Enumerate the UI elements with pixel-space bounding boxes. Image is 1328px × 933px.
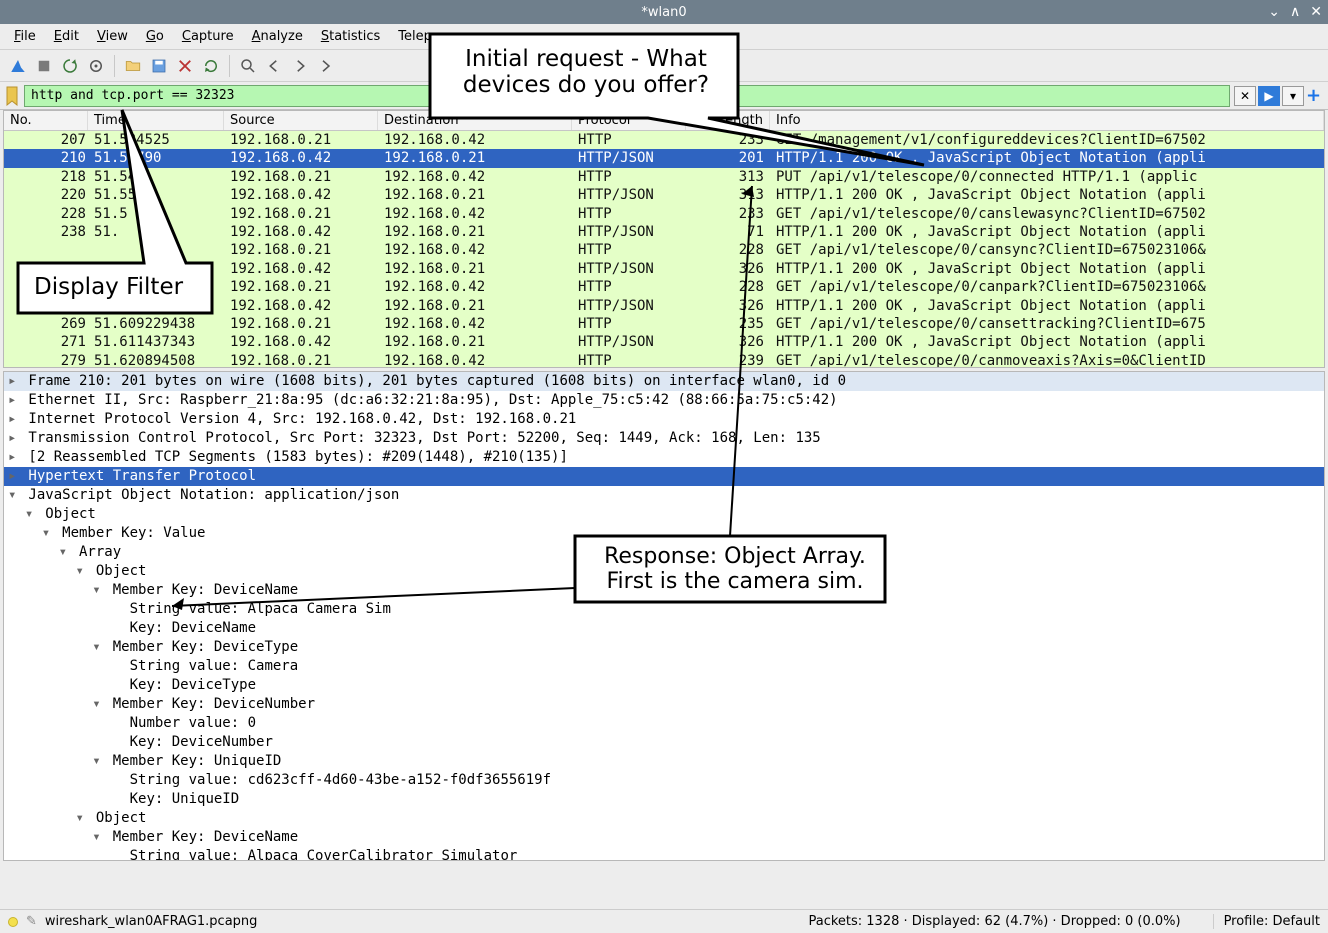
detail-line[interactable]: ▸ Internet Protocol Version 4, Src: 192.… <box>4 410 1324 429</box>
detail-line[interactable]: ▾ Member Key: UniqueID <box>4 752 1324 771</box>
status-file: wireshark_wlan0AFRAG1.pcapng <box>45 914 258 929</box>
col-time[interactable]: Time <box>88 111 224 130</box>
packet-list-pane: No. Time Source Destination Protocol Len… <box>3 110 1325 368</box>
detail-line[interactable]: Key: UniqueID <box>4 790 1324 809</box>
status-bar: ✎ wireshark_wlan0AFRAG1.pcapng Packets: … <box>0 909 1328 933</box>
col-proto[interactable]: Protocol <box>572 111 686 130</box>
maximize-icon[interactable]: ∧ <box>1290 4 1300 20</box>
detail-line[interactable]: ▾ Object <box>4 505 1324 524</box>
menu-statistics[interactable]: Statistics <box>313 26 388 47</box>
detail-line[interactable]: ▾ Member Key: DeviceName <box>4 828 1324 847</box>
packet-row[interactable]: 23851.192.168.0.42192.168.0.21HTTP/JSON7… <box>4 223 1324 241</box>
detail-line[interactable]: ▸ Frame 210: 201 bytes on wire (1608 bit… <box>4 372 1324 391</box>
detail-line[interactable]: ▾ Array <box>4 543 1324 562</box>
menu-file[interactable]: File <box>6 26 44 47</box>
go-packet-icon[interactable] <box>314 54 338 78</box>
packet-row[interactable]: 192.168.0.21192.168.0.42HTTP228GET /api/… <box>4 278 1324 296</box>
save-file-icon[interactable] <box>147 54 171 78</box>
clear-filter-icon[interactable]: ✕ <box>1234 86 1256 106</box>
detail-line[interactable]: ▾ Object <box>4 809 1324 828</box>
window-title: *wlan0 <box>641 5 686 20</box>
menu-capture[interactable]: Capture <box>174 26 242 47</box>
open-file-icon[interactable] <box>121 54 145 78</box>
menu-telephony[interactable]: Telep <box>390 26 440 47</box>
add-filter-button[interactable]: + <box>1306 85 1324 106</box>
close-file-icon[interactable] <box>173 54 197 78</box>
go-next-icon[interactable] <box>288 54 312 78</box>
status-packets: Packets: 1328 · Displayed: 62 (4.7%) · D… <box>808 914 1180 929</box>
detail-line[interactable]: Key: DeviceNumber <box>4 733 1324 752</box>
packet-row[interactable]: 21051.53790192.168.0.42192.168.0.21HTTP/… <box>4 149 1324 167</box>
stop-capture-icon[interactable] <box>32 54 56 78</box>
detail-line[interactable]: ▸ Ethernet II, Src: Raspberr_21:8a:95 (d… <box>4 391 1324 410</box>
title-bar: *wlan0 ⌄ ∧ ✕ <box>0 0 1328 24</box>
detail-line[interactable]: String value: Alpaca Camera Sim <box>4 600 1324 619</box>
display-filter-input[interactable] <box>24 85 1230 107</box>
detail-line[interactable]: String value: Camera <box>4 657 1324 676</box>
packet-row[interactable]: 192.168.0.42192.168.0.21HTTP/JSON326HTTP… <box>4 260 1324 278</box>
detail-line[interactable]: ▾ Member Key: DeviceType <box>4 638 1324 657</box>
packet-row[interactable]: 21851.549192.168.0.21192.168.0.42HTTP313… <box>4 168 1324 186</box>
detail-line[interactable]: ▾ Object <box>4 562 1324 581</box>
detail-line[interactable]: ▾ Member Key: DeviceNumber <box>4 695 1324 714</box>
close-icon[interactable]: ✕ <box>1310 4 1322 20</box>
menu-analyze[interactable]: Analyze <box>244 26 311 47</box>
reload-file-icon[interactable] <box>199 54 223 78</box>
detail-line[interactable]: ▾ Member Key: Value <box>4 524 1324 543</box>
menu-edit[interactable]: Edit <box>46 26 87 47</box>
edit-capture-icon[interactable]: ✎ <box>26 914 37 929</box>
packet-row[interactable]: 22851.5192.168.0.21192.168.0.42HTTP233GE… <box>4 205 1324 223</box>
packet-details-pane[interactable]: ▸ Frame 210: 201 bytes on wire (1608 bit… <box>3 371 1325 861</box>
minimize-icon[interactable]: ⌄ <box>1268 4 1280 20</box>
display-filter-bar: ✕ ▶ ▾ + <box>0 82 1328 110</box>
filter-history-icon[interactable]: ▾ <box>1282 86 1304 106</box>
packet-row[interactable]: 26151.598063007192.168.0.42192.168.0.21H… <box>4 297 1324 315</box>
detail-line[interactable]: String value: cd623cff-4d60-43be-a152-f0… <box>4 771 1324 790</box>
packet-list-body[interactable]: 20751.534525192.168.0.21192.168.0.42HTTP… <box>4 131 1324 367</box>
shark-fin-icon[interactable] <box>6 54 30 78</box>
packet-row[interactable]: 27151.611437343192.168.0.42192.168.0.21H… <box>4 333 1324 351</box>
detail-line[interactable]: String value: Alpaca CoverCalibrator Sim… <box>4 847 1324 861</box>
menu-view[interactable]: View <box>89 26 136 47</box>
capture-options-icon[interactable] <box>84 54 108 78</box>
detail-line[interactable]: Key: DeviceType <box>4 676 1324 695</box>
status-profile[interactable]: Profile: Default <box>1213 914 1320 929</box>
restart-capture-icon[interactable] <box>58 54 82 78</box>
detail-line[interactable]: ▾ JavaScript Object Notation: applicatio… <box>4 486 1324 505</box>
menu-bar: File Edit View Go Capture Analyze Statis… <box>0 24 1328 50</box>
col-info[interactable]: Info <box>770 111 1324 130</box>
detail-line[interactable]: ▸ Transmission Control Protocol, Src Por… <box>4 429 1324 448</box>
col-src[interactable]: Source <box>224 111 378 130</box>
detail-line[interactable]: Number value: 0 <box>4 714 1324 733</box>
packet-row[interactable]: 20751.534525192.168.0.21192.168.0.42HTTP… <box>4 131 1324 149</box>
col-dst[interactable]: Destination <box>378 111 572 130</box>
detail-line[interactable]: Key: DeviceName <box>4 619 1324 638</box>
bookmark-icon[interactable] <box>4 86 20 106</box>
packet-row[interactable]: 192.168.0.21192.168.0.42HTTP228GET /api/… <box>4 241 1324 259</box>
detail-line[interactable]: ▸ Hypertext Transfer Protocol <box>4 467 1324 486</box>
detail-line[interactable]: ▸ [2 Reassembled TCP Segments (1583 byte… <box>4 448 1324 467</box>
packet-row[interactable]: 26951.609229438192.168.0.21192.168.0.42H… <box>4 315 1324 333</box>
toolbar <box>0 50 1328 82</box>
menu-go[interactable]: Go <box>138 26 172 47</box>
packet-row[interactable]: 22051.55192.168.0.42192.168.0.21HTTP/JSO… <box>4 186 1324 204</box>
detail-line[interactable]: ▾ Member Key: DeviceName <box>4 581 1324 600</box>
packet-list-header[interactable]: No. Time Source Destination Protocol Len… <box>4 111 1324 131</box>
packet-row[interactable]: 27951.620894508192.168.0.21192.168.0.42H… <box>4 352 1324 367</box>
col-len[interactable]: Length <box>686 111 770 130</box>
col-no[interactable]: No. <box>4 111 88 130</box>
go-prev-icon[interactable] <box>262 54 286 78</box>
find-packet-icon[interactable] <box>236 54 260 78</box>
expert-info-icon[interactable] <box>8 917 18 927</box>
apply-filter-icon[interactable]: ▶ <box>1258 86 1280 106</box>
